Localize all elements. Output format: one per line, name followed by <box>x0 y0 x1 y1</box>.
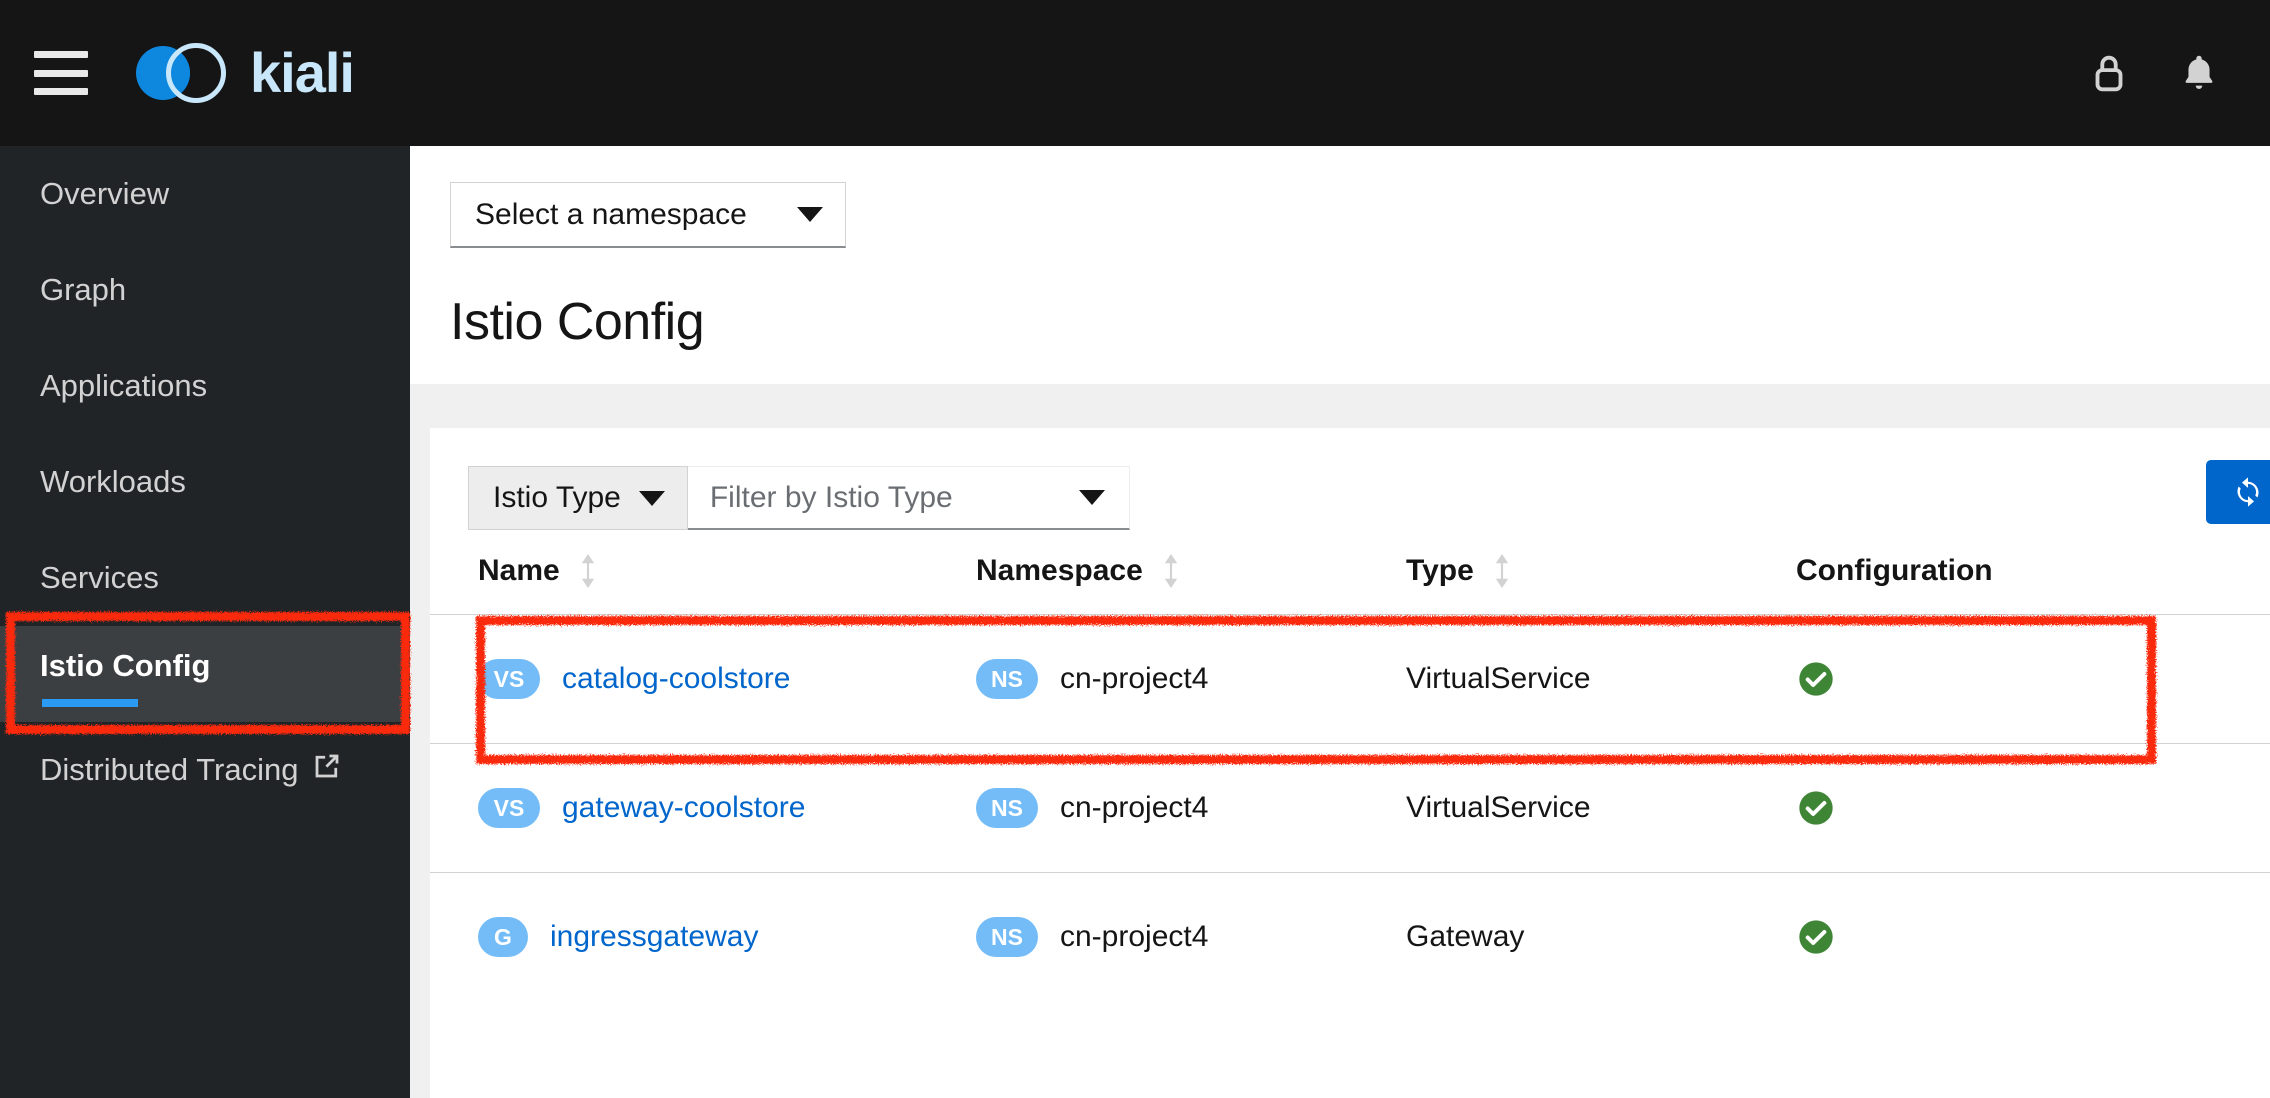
namespace-badge: NS <box>976 788 1038 828</box>
external-link-icon <box>312 751 342 789</box>
resource-link[interactable]: ingressgateway <box>550 920 758 954</box>
lock-icon[interactable] <box>2086 50 2132 96</box>
refresh-button[interactable] <box>2206 460 2270 524</box>
resource-type-badge: G <box>478 917 528 957</box>
resource-link[interactable]: catalog-coolstore <box>562 662 790 696</box>
main-content: Select a namespace Istio Config Istio Ty… <box>410 146 2270 1098</box>
sidebar-item-services[interactable]: Services <box>0 530 410 626</box>
sidebar-item-label: Applications <box>40 368 208 403</box>
hamburger-icon[interactable] <box>34 51 88 95</box>
check-circle-icon <box>1799 920 1833 954</box>
cell-namespace: NS cn-project4 <box>976 872 1406 1001</box>
cell-configuration <box>1796 872 2270 1001</box>
sidebar-item-distributed-tracing[interactable]: Distributed Tracing <box>0 722 410 818</box>
cell-type: Gateway <box>1406 872 1796 1001</box>
filter-by-istio-type-input[interactable]: Filter by Istio Type <box>687 466 1130 530</box>
brand-name: kiali <box>250 41 355 104</box>
kiali-app-window: kiali Overview Graph Applications Worklo… <box>0 0 2270 1098</box>
page-title: Istio Config <box>450 293 705 351</box>
chevron-down-icon <box>797 207 823 222</box>
check-circle-icon <box>1799 791 1833 825</box>
chevron-down-icon <box>638 490 665 506</box>
namespace-value: cn-project4 <box>1060 662 1209 695</box>
cell-name: G ingressgateway <box>430 872 976 1001</box>
table-header-row: Name Namespace Type Configuration <box>430 536 2270 615</box>
cell-configuration <box>1796 614 2270 744</box>
table-row[interactable]: VS catalog-coolstore NS cn-project4 Virt… <box>430 614 2270 744</box>
sidebar-item-label: Workloads <box>40 464 186 499</box>
namespace-value: cn-project4 <box>1060 920 1209 953</box>
istio-type-filter-button[interactable]: Istio Type <box>468 466 688 530</box>
sidebar-item-applications[interactable]: Applications <box>0 338 410 434</box>
cell-type: VirtualService <box>1406 614 1796 744</box>
sidebar-item-workloads[interactable]: Workloads <box>0 434 410 530</box>
sidebar-navigation: Overview Graph Applications Workloads Se… <box>0 146 410 1098</box>
sort-icon <box>1164 554 1177 588</box>
namespace-select[interactable]: Select a namespace <box>450 182 846 248</box>
kiali-logo[interactable]: kiali <box>136 41 355 104</box>
sidebar-item-istio-config[interactable]: Istio Config <box>0 626 410 722</box>
cell-name: VS catalog-coolstore <box>430 614 976 744</box>
cell-name: VS gateway-coolstore <box>430 743 976 873</box>
masthead-actions <box>2086 0 2222 146</box>
cell-configuration <box>1796 743 2270 873</box>
column-header-name[interactable]: Name <box>430 536 976 615</box>
sort-icon <box>581 554 594 588</box>
sidebar-item-label: Graph <box>40 272 127 307</box>
istio-config-table: Name Namespace Type Configuration VS cat… <box>430 536 2270 1001</box>
refresh-icon <box>2237 477 2259 507</box>
cell-type: VirtualService <box>1406 743 1796 873</box>
sidebar-item-label: Distributed Tracing <box>40 752 299 787</box>
chevron-down-icon <box>1078 490 1105 505</box>
bell-icon[interactable] <box>2176 50 2222 96</box>
table-row[interactable]: VS gateway-coolstore NS cn-project4 Virt… <box>430 743 2270 873</box>
namespace-select-value: Select a namespace <box>475 197 747 231</box>
istio-type-filter-label: Istio Type <box>493 481 621 514</box>
column-header-namespace[interactable]: Namespace <box>976 536 1406 615</box>
page-header: Select a namespace Istio Config <box>410 146 2270 384</box>
table-row[interactable]: G ingressgateway NS cn-project4 Gateway <box>430 872 2270 1001</box>
kiali-mark-icon <box>136 42 232 104</box>
resource-type-badge: VS <box>478 788 540 828</box>
namespace-badge: NS <box>976 659 1038 699</box>
column-header-type[interactable]: Type <box>1406 536 1796 615</box>
sidebar-item-label: Istio Config <box>40 647 211 683</box>
sort-icon <box>1495 554 1508 588</box>
sidebar-item-overview[interactable]: Overview <box>0 146 410 242</box>
active-indicator <box>42 698 138 707</box>
cell-namespace: NS cn-project4 <box>976 614 1406 744</box>
resource-link[interactable]: gateway-coolstore <box>562 791 805 825</box>
filter-toolbar: Istio Type Filter by Istio Type <box>430 428 2270 536</box>
istio-config-card: Istio Type Filter by Istio Type Name Nam… <box>430 428 2270 1098</box>
namespace-value: cn-project4 <box>1060 791 1209 824</box>
filter-placeholder: Filter by Istio Type <box>709 480 953 514</box>
sidebar-item-label: Overview <box>40 176 170 211</box>
sidebar-item-graph[interactable]: Graph <box>0 242 410 338</box>
check-circle-icon <box>1799 662 1833 696</box>
cell-namespace: NS cn-project4 <box>976 743 1406 873</box>
namespace-badge: NS <box>976 917 1038 957</box>
resource-type-badge: VS <box>478 659 540 699</box>
sidebar-item-label: Services <box>40 560 159 595</box>
masthead: kiali <box>0 0 2270 146</box>
column-header-configuration: Configuration <box>1796 554 1993 587</box>
